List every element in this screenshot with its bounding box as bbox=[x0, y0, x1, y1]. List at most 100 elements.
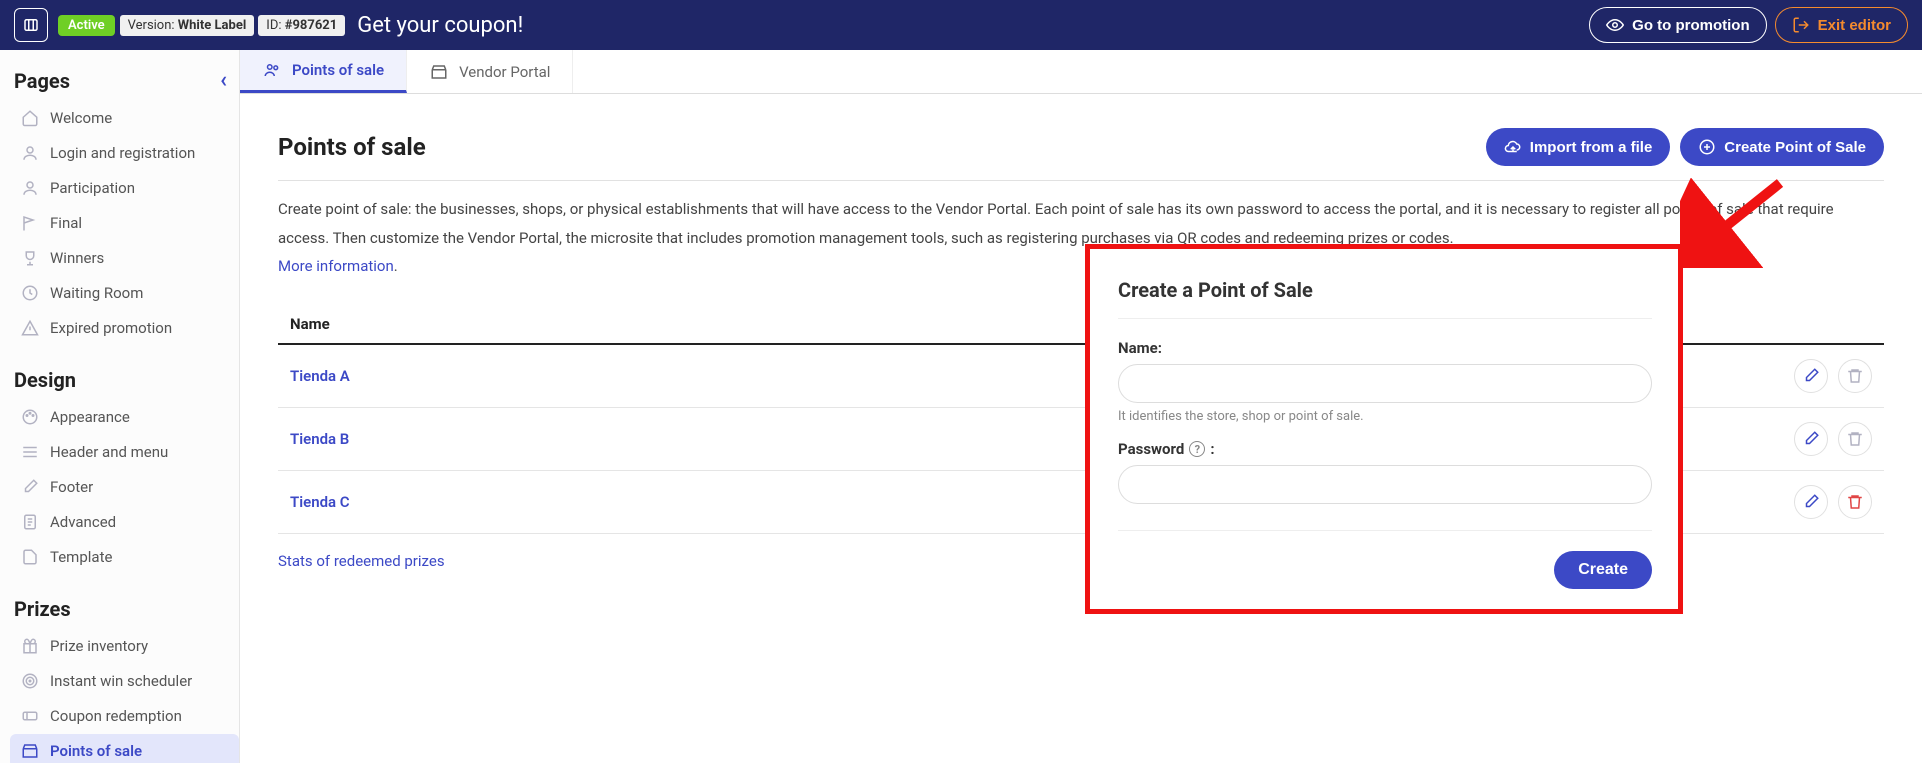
delete-button[interactable] bbox=[1838, 422, 1872, 456]
edit-button[interactable] bbox=[1794, 359, 1828, 393]
sidebar-label: Instant win scheduler bbox=[50, 672, 192, 690]
exit-icon bbox=[1792, 16, 1810, 34]
goto-label: Go to promotion bbox=[1632, 17, 1749, 34]
sidebar-item-footer[interactable]: Footer bbox=[10, 470, 239, 504]
trash-icon bbox=[1846, 430, 1864, 448]
sidebar-item-winners[interactable]: Winners bbox=[10, 241, 239, 275]
tab-points-of-sale[interactable]: Points of sale bbox=[240, 50, 407, 93]
create-pos-modal: Create a Point of Sale Name: It identifi… bbox=[1090, 248, 1680, 619]
menu-icon bbox=[20, 442, 40, 462]
trash-icon bbox=[1846, 493, 1864, 511]
delete-button[interactable] bbox=[1838, 485, 1872, 519]
tab-vendor-portal[interactable]: Vendor Portal bbox=[407, 50, 573, 93]
page-title-header: Get your coupon! bbox=[357, 13, 523, 38]
sidebar-item-coupon-redemption[interactable]: Coupon redemption bbox=[10, 699, 239, 733]
app-logo bbox=[14, 8, 48, 42]
palette-icon bbox=[20, 407, 40, 427]
exit-label: Exit editor bbox=[1818, 17, 1891, 34]
sidebar-label: Winners bbox=[50, 249, 104, 267]
th-actions bbox=[1754, 315, 1884, 333]
coupon-icon bbox=[20, 706, 40, 726]
sidebar-label: Points of sale bbox=[50, 742, 142, 760]
sidebar-item-waiting[interactable]: Waiting Room bbox=[10, 276, 239, 310]
id-prefix: ID: bbox=[266, 18, 284, 33]
sidebar-section-pages: Pages ‹ bbox=[10, 68, 239, 101]
document-icon bbox=[20, 512, 40, 532]
sidebar-item-expired[interactable]: Expired promotion bbox=[10, 311, 239, 345]
exit-editor-button[interactable]: Exit editor bbox=[1775, 7, 1908, 43]
version-prefix: Version: bbox=[128, 18, 178, 33]
content-title: Points of sale bbox=[278, 133, 426, 161]
modal-title: Create a Point of Sale bbox=[1118, 278, 1652, 319]
sidebar-label: Login and registration bbox=[50, 144, 195, 162]
user-group-icon bbox=[262, 60, 282, 80]
import-label: Import from a file bbox=[1530, 139, 1653, 156]
cloud-upload-icon bbox=[1504, 138, 1522, 156]
sidebar-item-instant-win[interactable]: Instant win scheduler bbox=[10, 664, 239, 698]
import-file-button[interactable]: Import from a file bbox=[1486, 128, 1671, 166]
trash-icon bbox=[1846, 367, 1864, 385]
tab-label: Points of sale bbox=[292, 61, 384, 79]
password-colon: : bbox=[1210, 440, 1214, 458]
pencil-icon bbox=[1802, 430, 1820, 448]
edit-button[interactable] bbox=[1794, 422, 1828, 456]
delete-button[interactable] bbox=[1838, 359, 1872, 393]
sidebar-item-login[interactable]: Login and registration bbox=[10, 136, 239, 170]
name-hint: It identifies the store, shop or point o… bbox=[1118, 409, 1652, 424]
help-icon[interactable]: ? bbox=[1189, 441, 1205, 457]
pages-title: Pages bbox=[14, 69, 70, 93]
sidebar-item-participation[interactable]: Participation bbox=[10, 171, 239, 205]
sidebar-item-header-menu[interactable]: Header and menu bbox=[10, 435, 239, 469]
file-icon bbox=[20, 547, 40, 567]
trophy-icon bbox=[20, 248, 40, 268]
sidebar-item-prize-inventory[interactable]: Prize inventory bbox=[10, 629, 239, 663]
desc-text: Create point of sale: the businesses, sh… bbox=[278, 200, 1834, 247]
sidebar-label: Waiting Room bbox=[50, 284, 143, 302]
top-header: Active Version: White Label ID: #987621 … bbox=[0, 0, 1922, 50]
sidebar-item-final[interactable]: Final bbox=[10, 206, 239, 240]
sidebar-label: Footer bbox=[50, 478, 93, 496]
store-icon bbox=[429, 62, 449, 82]
id-value: #987621 bbox=[285, 18, 337, 33]
sidebar-label: Advanced bbox=[50, 513, 116, 531]
gift-icon bbox=[20, 636, 40, 656]
pencil-icon bbox=[1802, 493, 1820, 511]
pencil-icon bbox=[1802, 367, 1820, 385]
create-pos-button[interactable]: Create Point of Sale bbox=[1680, 128, 1884, 166]
warning-icon bbox=[20, 318, 40, 338]
password-input[interactable] bbox=[1118, 465, 1652, 504]
store-icon bbox=[20, 741, 40, 761]
goto-promotion-button[interactable]: Go to promotion bbox=[1589, 7, 1766, 43]
status-badge: Active bbox=[58, 15, 115, 36]
sidebar-item-template[interactable]: Template bbox=[10, 540, 239, 574]
sidebar-label: Welcome bbox=[50, 109, 112, 127]
modal-create-button[interactable]: Create bbox=[1554, 551, 1652, 589]
period: . bbox=[394, 257, 398, 275]
edit-button[interactable] bbox=[1794, 485, 1828, 519]
user-icon bbox=[20, 178, 40, 198]
collapse-sidebar-icon[interactable]: ‹ bbox=[220, 68, 227, 93]
stats-link[interactable]: Stats of redeemed prizes bbox=[278, 552, 445, 570]
sidebar-label: Expired promotion bbox=[50, 319, 172, 337]
tabs: Points of sale Vendor Portal bbox=[240, 50, 1922, 94]
name-label: Name: bbox=[1118, 339, 1652, 357]
eye-icon bbox=[1606, 16, 1624, 34]
password-label-text: Password bbox=[1118, 440, 1184, 458]
version-badge: Version: White Label bbox=[120, 15, 255, 36]
sidebar-item-points-of-sale[interactable]: Points of sale bbox=[10, 734, 239, 763]
more-info-link[interactable]: More information bbox=[278, 257, 394, 275]
id-badge: ID: #987621 bbox=[258, 15, 345, 36]
plus-circle-icon bbox=[1698, 138, 1716, 156]
home-icon bbox=[20, 108, 40, 128]
sidebar-label: Participation bbox=[50, 179, 135, 197]
sidebar-label: Header and menu bbox=[50, 443, 168, 461]
name-input[interactable] bbox=[1118, 364, 1652, 403]
edit-icon bbox=[20, 477, 40, 497]
sidebar-item-appearance[interactable]: Appearance bbox=[10, 400, 239, 434]
target-icon bbox=[20, 671, 40, 691]
sidebar-section-prizes: Prizes bbox=[10, 575, 239, 629]
sidebar-item-welcome[interactable]: Welcome bbox=[10, 101, 239, 135]
sidebar-item-advanced[interactable]: Advanced bbox=[10, 505, 239, 539]
version-value: White Label bbox=[178, 18, 247, 33]
sidebar-label: Final bbox=[50, 214, 82, 232]
